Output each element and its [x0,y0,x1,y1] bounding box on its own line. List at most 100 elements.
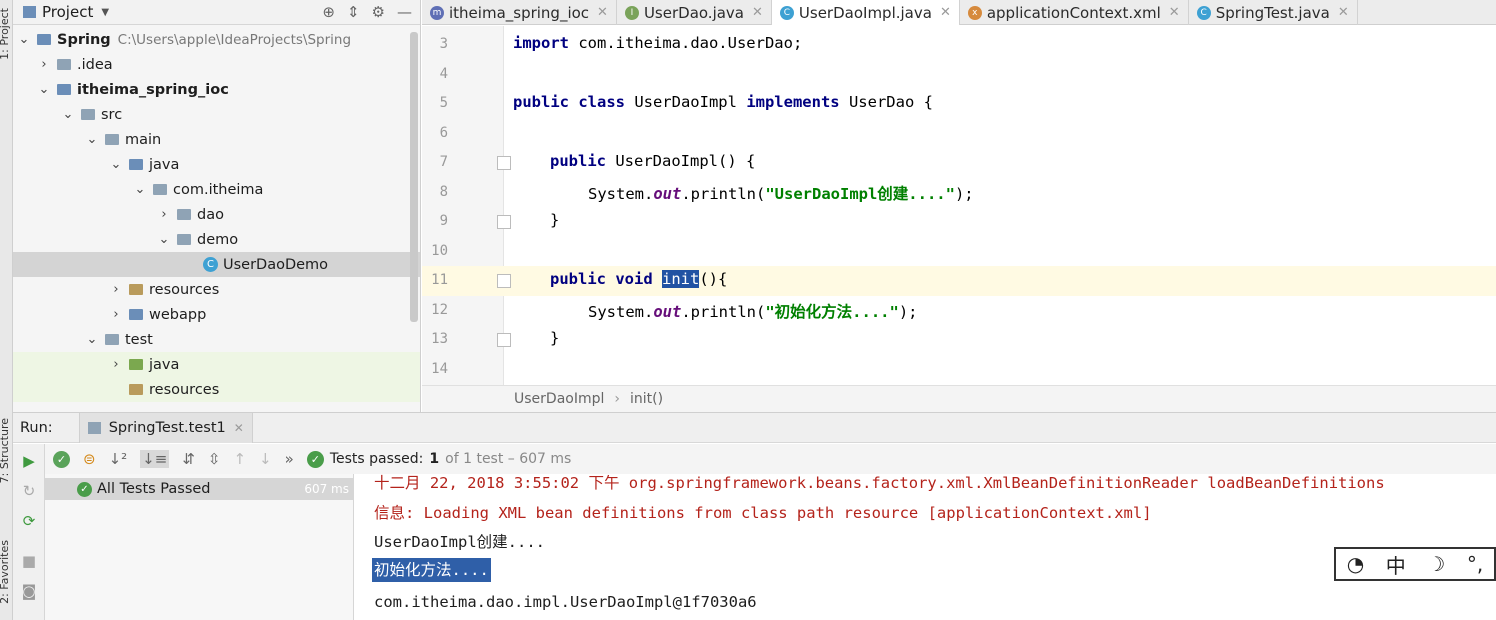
web-folder-icon [129,309,143,320]
tree-item-com-itheima[interactable]: ⌄ com.itheima [13,177,420,202]
tree-item-test-java[interactable]: › java [13,352,420,377]
expand-all-icon[interactable]: ⇵ [182,450,195,468]
arrow-up-icon[interactable]: ↑ [233,450,246,468]
rerun-icon[interactable]: ▶ [20,452,38,470]
tree-item-spring[interactable]: ⌄ Spring C:\Users\apple\IdeaProjects\Spr… [13,27,420,52]
chevron-down-icon[interactable]: ⌄ [157,232,171,247]
chevron-down-icon[interactable]: ▼ [101,7,109,18]
rerun-failed-icon[interactable]: ↻ [20,482,38,500]
tree-item-test[interactable]: ⌄ test [13,327,420,352]
code-line-14[interactable]: 14 [422,355,1496,385]
camera-icon[interactable]: ◙ [20,582,38,600]
punctuation-icon[interactable]: °, [1467,552,1483,576]
chevron-down-icon[interactable]: ⌄ [133,182,147,197]
chevron-down-icon[interactable]: ⌄ [85,132,99,147]
code-line-5[interactable]: 5 public class UserDaoImpl implements Us… [422,89,1496,119]
fold-marker-icon[interactable] [497,156,511,170]
breadcrumb-class[interactable]: UserDaoImpl [514,391,604,407]
line-number: 6 [439,125,448,141]
tree-item-userdaodemo[interactable]: C UserDaoDemo [13,252,420,277]
chevron-down-icon[interactable]: ⌄ [109,157,123,172]
code-line-9[interactable]: 9 } [422,207,1496,237]
close-icon[interactable]: ✕ [597,5,608,20]
code-editor[interactable]: 3 import com.itheima.dao.UserDao; 4 5 pu… [422,26,1496,385]
close-icon[interactable]: ✕ [234,421,244,435]
chevron-right-icon[interactable]: › [37,57,51,72]
code-line-6[interactable]: 6 [422,119,1496,149]
arrow-down-icon[interactable]: ↓ [259,450,272,468]
code-line-4[interactable]: 4 [422,60,1496,90]
sort-alphabetically-icon[interactable]: ↓² [109,450,128,468]
resources-folder-icon [129,284,143,295]
show-passed-icon[interactable]: ✓ [53,450,70,468]
tree-item-dao[interactable]: › dao [13,202,420,227]
tree-item-test-resources[interactable]: resources [13,377,420,402]
tree-item-resources[interactable]: › resources [13,277,420,302]
ime-toolbar[interactable]: ◔ 中 ☽ °, [1334,547,1496,581]
tab-run-configuration[interactable]: SpringTest.test1 ✕ [78,412,253,443]
tree-item-idea[interactable]: › .idea [13,52,420,77]
keyword: public [550,152,606,170]
chevron-down-icon[interactable]: ⌄ [85,332,99,347]
tab-userdaoimpl[interactable]: C UserDaoImpl.java ✕ [771,0,960,25]
code-line-11[interactable]: 11 public void init(){ [422,266,1496,296]
close-icon[interactable]: ✕ [1169,5,1180,20]
code-line-13[interactable]: 13 } [422,325,1496,355]
gear-icon[interactable]: ⚙ [372,3,385,21]
tree-item-label: resources [149,281,220,298]
code-line-8[interactable]: 8 System.out.println("UserDaoImpl创建...."… [422,178,1496,208]
more-icon[interactable]: » [285,450,294,468]
project-panel-title[interactable]: Project [42,3,93,21]
fold-marker-icon[interactable] [497,215,511,229]
tree-item-java[interactable]: ⌄ java [13,152,420,177]
minimize-icon[interactable]: — [397,3,412,21]
tab-springtest[interactable]: C SpringTest.java ✕ [1189,0,1358,25]
structure-tool-button[interactable]: 7: Structure [0,418,11,483]
tab-itheima-spring-ioc[interactable]: m itheima_spring_ioc ✕ [422,0,617,25]
toggle-auto-test-icon[interactable]: ⟳ [20,512,38,530]
tree-scrollbar[interactable] [410,32,418,322]
close-icon[interactable]: ✕ [940,5,951,20]
test-result-all-passed[interactable]: ✓ All Tests Passed 607 ms [45,478,353,500]
chevron-right-icon[interactable]: › [109,307,123,322]
moon-icon[interactable]: ☽ [1427,552,1445,576]
fold-marker-icon[interactable] [497,333,511,347]
chevron-right-icon[interactable]: › [109,282,123,297]
tree-item-itheima-spring-ioc[interactable]: ⌄ itheima_spring_ioc [13,77,420,102]
console-output[interactable]: 十二月 22, 2018 3:55:02 下午 org.springframew… [355,474,1496,620]
tree-item-demo[interactable]: ⌄ demo [13,227,420,252]
show-ignored-icon[interactable]: ⊜ [83,450,96,468]
breadcrumb-method[interactable]: init() [630,391,663,407]
chevron-right-icon[interactable]: › [109,357,123,372]
close-icon[interactable]: ✕ [752,5,763,20]
chevron-down-icon[interactable]: ⌄ [61,107,75,122]
code-line-7[interactable]: 7 public UserDaoImpl() { [422,148,1496,178]
chevron-down-icon[interactable]: ⌄ [17,32,31,47]
code-line-10[interactable]: 10 [422,237,1496,267]
fold-marker-icon[interactable] [497,274,511,288]
chevron-down-icon[interactable]: ⌄ [37,82,51,97]
tree-item-main[interactable]: ⌄ main [13,127,420,152]
tab-userdao[interactable]: I UserDao.java ✕ [617,0,772,25]
selected-text[interactable]: init [662,270,700,288]
collapse-all-icon[interactable]: ⇳ [208,450,221,468]
locate-icon[interactable]: ⊕ [322,3,335,21]
code-line-3[interactable]: 3 import com.itheima.dao.UserDao; [422,30,1496,60]
tree-item-src[interactable]: ⌄ src [13,102,420,127]
tree-item-label: resources [149,381,220,398]
console-line-selected[interactable]: 初始化方法.... [372,558,491,582]
code-text: ); [898,303,918,321]
favorites-tool-button[interactable]: 2: Favorites [0,540,11,604]
tree-item-webapp[interactable]: › webapp [13,302,420,327]
code-line-12[interactable]: 12 System.out.println("初始化方法...."); [422,296,1496,326]
project-panel: Project ▼ ⊕ ⇕ ⚙ — ⌄ Spring C:\Users\appl… [13,0,421,412]
collapse-all-icon[interactable]: ⇕ [347,3,360,21]
ime-logo-icon[interactable]: ◔ [1347,552,1364,576]
close-icon[interactable]: ✕ [1338,5,1349,20]
chevron-right-icon[interactable]: › [157,207,171,222]
stop-icon[interactable]: ■ [20,552,38,570]
sort-by-duration-icon[interactable]: ↓≡ [140,450,170,468]
project-tool-button[interactable]: 1: Project [0,8,11,60]
ime-mode-toggle[interactable]: 中 [1386,550,1406,579]
tab-applicationcontext[interactable]: x applicationContext.xml ✕ [960,0,1189,25]
